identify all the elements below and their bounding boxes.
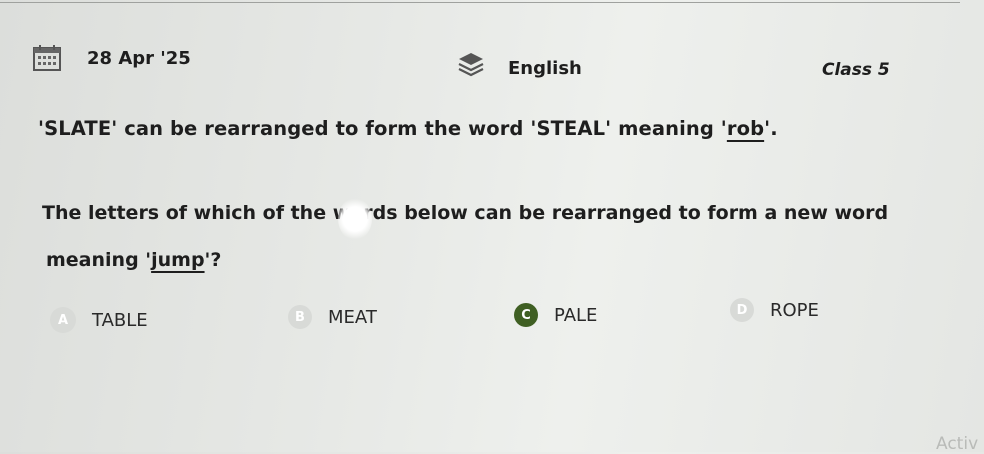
prompt-text-before: meaning '	[46, 249, 152, 271]
calendar-icon	[33, 45, 61, 71]
option-d-label: ROPE	[770, 299, 819, 321]
prompt-word: jump	[151, 249, 205, 271]
option-a[interactable]: A TABLE	[50, 307, 148, 333]
example-text-after: '.	[764, 117, 778, 140]
option-a-badge: A	[50, 307, 76, 333]
option-d[interactable]: D ROPE	[730, 298, 819, 322]
option-c-label: PALE	[554, 304, 598, 326]
option-d-badge: D	[730, 298, 754, 322]
option-b-badge: B	[288, 305, 312, 329]
example-sentence: 'SLATE' can be rearranged to form the wo…	[38, 117, 778, 140]
layers-icon	[458, 52, 484, 76]
question-header: 28 Apr '25 English Class 5	[0, 38, 984, 98]
prompt-text-after: '?	[204, 249, 222, 271]
date-info: 28 Apr '25	[32, 44, 191, 72]
activation-watermark: Activ	[936, 434, 979, 454]
option-a-label: TABLE	[92, 309, 148, 331]
example-text-before: 'SLATE' can be rearranged to form the wo…	[38, 117, 727, 140]
question-prompt-line2: meaning 'jump'?	[46, 249, 221, 271]
subject-text: English	[508, 58, 582, 79]
top-divider	[0, 2, 960, 3]
question-prompt-line1: The letters of which of the words below …	[42, 202, 889, 224]
option-b[interactable]: B MEAT	[288, 305, 377, 329]
screen-glare	[338, 198, 372, 240]
option-c[interactable]: C PALE	[514, 303, 597, 327]
class-label: Class 5	[822, 60, 890, 80]
option-c-badge: C	[514, 303, 538, 327]
example-word: rob	[726, 117, 765, 140]
answer-options: A TABLE B MEAT C PALE D ROPE	[0, 298, 984, 340]
date-text: 28 Apr '25	[87, 47, 191, 69]
option-b-label: MEAT	[328, 306, 377, 328]
subject-info: English	[456, 48, 582, 79]
